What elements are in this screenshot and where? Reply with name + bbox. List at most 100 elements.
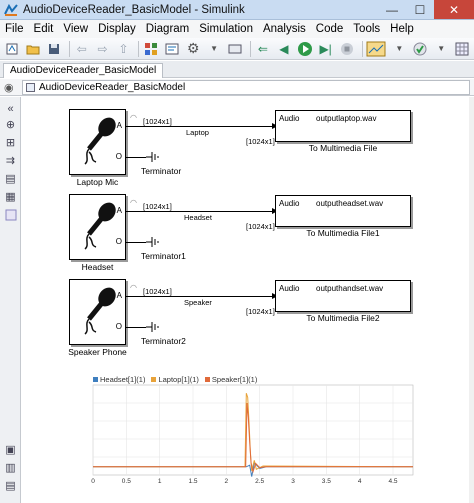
signal-line[interactable] [126,211,274,212]
microphone-icon [84,202,116,250]
save-icon[interactable] [45,40,63,58]
sink-block-name[interactable]: To Multimedia File [275,143,411,153]
menu-edit[interactable]: Edit [29,23,59,35]
x-tick-label: 2.5 [255,478,264,485]
dropdown-chevron-icon[interactable]: ▼ [205,40,223,58]
vertical-scrollbar[interactable] [469,97,474,503]
menu-file[interactable]: File [0,23,29,35]
library-browser-icon[interactable] [142,40,160,58]
signal-line[interactable] [126,126,274,127]
menu-code[interactable]: Code [311,23,349,35]
model-explorer-icon[interactable] [163,40,181,58]
back-arrow-icon[interactable]: ⇦ [73,40,91,58]
headset-block[interactable]: A O [69,194,126,260]
area-icon[interactable] [3,207,18,222]
hide-browser-icon[interactable]: ◉ [4,81,14,94]
x-tick-label: 3 [291,478,295,485]
terminator-line[interactable] [126,327,146,328]
sink-port-label: Audio [279,199,300,208]
browser-toggle-icon[interactable]: ▤ [3,478,18,493]
up-arrow-icon[interactable]: ⇧ [115,40,133,58]
port-o-label: O [115,322,122,331]
sink-file-name: outputlaptop.wav [316,114,377,123]
x-tick-label: 0 [91,478,95,485]
stop-icon[interactable] [338,40,356,58]
dropdown-chevron-icon[interactable]: ▼ [390,40,408,58]
terminator-line[interactable] [126,242,146,243]
to-multimedia-file-block[interactable]: Audio outputlaptop.wav [275,110,411,142]
simulink-app-icon [4,3,18,16]
zoom-icon[interactable]: ⊕ [3,117,18,132]
sink-block-name[interactable]: To Multimedia File2 [275,313,411,323]
title-bar: AudioDeviceReader_BasicModel - Simulink … [0,0,474,20]
minimize-button[interactable]: — [378,0,406,19]
close-button[interactable]: ✕ [434,0,474,19]
port-a-label: A [116,121,122,130]
menu-tools[interactable]: Tools [348,23,385,35]
run-play-icon[interactable] [296,40,314,58]
signal-name[interactable]: Speaker [184,298,212,307]
signal-icon: ◠ [130,283,137,292]
terminator-block[interactable] [146,322,160,332]
check-model-icon[interactable] [411,40,429,58]
maximize-button[interactable]: ☐ [406,0,434,19]
model-browser-icon[interactable]: ▣ [3,442,18,457]
signal-dimension: [1024x1] [143,117,172,126]
menu-view[interactable]: View [58,23,93,35]
model-path: AudioDeviceReader_BasicModel [39,82,186,93]
arrow-connect-icon[interactable]: ⇉ [3,153,18,168]
dropdown-chevron-icon[interactable]: ▼ [432,40,450,58]
block-name-laptop-mic[interactable]: Laptop Mic [69,177,126,187]
to-multimedia-file2-block[interactable]: Audio outputhandset.wav [275,280,411,312]
forward-arrow-icon[interactable]: ⇨ [94,40,112,58]
sink-file-name: outputhandset.wav [316,284,384,293]
annotation-icon[interactable]: ▤ [3,171,18,186]
terminator-label[interactable]: Terminator1 [141,251,186,261]
step-back-icon[interactable]: ⇐ [254,40,272,58]
speaker-phone-block[interactable]: A O [69,279,126,345]
window-title: AudioDeviceReader_BasicModel - Simulink [23,3,245,16]
signal-name[interactable]: Laptop [186,128,209,137]
signal-name[interactable]: Headset [184,213,212,222]
image-icon[interactable]: ▦ [3,189,18,204]
menu-help[interactable]: Help [385,23,419,35]
x-tick-label: 3.5 [322,478,331,485]
menu-display[interactable]: Display [93,23,141,35]
microphone-icon [84,117,116,165]
laptop-mic-block[interactable]: A O [69,109,126,175]
new-model-icon[interactable] [3,40,21,58]
sink-block-name[interactable]: To Multimedia File1 [275,228,411,238]
microphone-icon [84,287,116,335]
terminator-block[interactable] [146,237,160,247]
rewind-icon[interactable]: ◀ [275,40,293,58]
step-forward-icon[interactable]: ▶| [317,40,335,58]
toolbar-separator [138,40,140,57]
port-a-label: A [116,206,122,215]
terminator-label[interactable]: Terminator [141,166,181,176]
hide-explorer-icon[interactable]: « [3,101,18,116]
block-name-speaker-phone[interactable]: Speaker Phone [61,347,134,357]
sim-data-inspector-icon[interactable] [366,40,388,58]
dashboard-icon[interactable] [226,40,244,58]
terminator-label[interactable]: Terminator2 [141,336,186,346]
open-folder-icon[interactable] [24,40,42,58]
build-grid-icon[interactable] [453,40,471,58]
signal-line[interactable] [126,296,274,297]
menu-simulation[interactable]: Simulation [194,23,258,35]
model-tab-strip: AudioDeviceReader_BasicModel [0,61,474,78]
terminator-block[interactable] [146,152,160,162]
model-path-box[interactable]: AudioDeviceReader_BasicModel [22,80,470,95]
signal-plot[interactable]: 0 0.5 1 1.5 2 2.5 3 3.5 4 4.5 [87,371,417,489]
to-multimedia-file1-block[interactable]: Audio outputheadset.wav [275,195,411,227]
settings-gear-icon[interactable]: ⚙ [184,40,202,58]
port-a-label: A [116,291,122,300]
output-dimension: [1024x1] [246,222,275,231]
model-tab[interactable]: AudioDeviceReader_BasicModel [3,63,164,78]
menu-diagram[interactable]: Diagram [141,23,194,35]
fit-view-icon[interactable]: ⊞ [3,135,18,150]
block-name-headset[interactable]: Headset [69,262,126,272]
terminator-line[interactable] [126,157,146,158]
output-dimension: [1024x1] [246,137,275,146]
block-view-icon[interactable]: ▥ [3,460,18,475]
menu-analysis[interactable]: Analysis [258,23,311,35]
